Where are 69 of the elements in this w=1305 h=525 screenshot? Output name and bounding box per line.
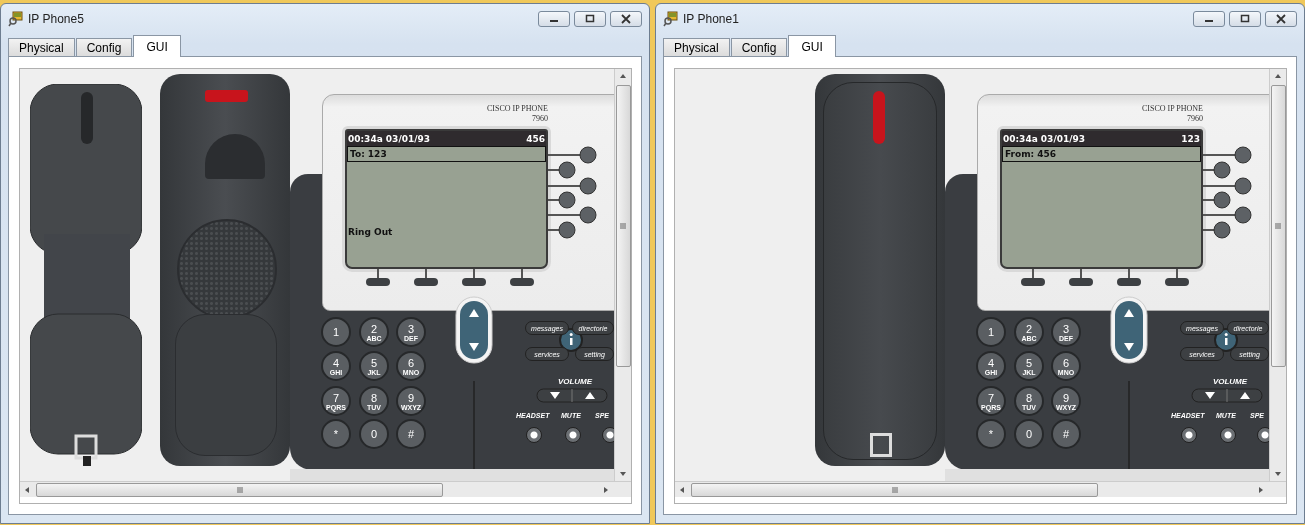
soft-key[interactable] [414,268,438,286]
tab[interactable]: Physical [663,38,730,56]
maximize-button[interactable] [574,11,606,27]
phone-app-icon [8,11,24,27]
line-button[interactable] [547,221,576,239]
line-number: 456 [526,133,545,144]
soft-key[interactable] [510,268,534,286]
soft-key[interactable] [1021,268,1045,286]
navigation-rocker[interactable] [1110,296,1148,364]
date-time: 00:34a 03/01/93 [348,133,430,144]
brand-label: CISCO IP PHONE [1141,104,1203,113]
line-button[interactable] [1202,161,1231,179]
call-status: Ring Out [348,227,393,237]
call-header: From: 456 [1002,146,1201,162]
line-button[interactable] [547,177,597,195]
navigation-rocker[interactable] [455,296,493,364]
tab[interactable]: Config [730,38,788,56]
maximize-button[interactable] [1229,11,1261,27]
tab[interactable]: Physical [8,38,75,56]
grip-icon [1274,222,1282,230]
line-button[interactable] [547,161,576,179]
date-time: 00:34a 03/01/93 [1003,133,1085,144]
cord-plug [870,433,892,457]
line-button[interactable] [547,146,597,164]
earpiece-rest [205,134,265,179]
line-button[interactable] [1202,177,1252,195]
minimize-button[interactable] [538,11,570,27]
line-button[interactable] [1202,206,1252,224]
tab[interactable]: Config [75,38,133,56]
tab[interactable]: GUI [133,35,181,57]
volume-rocker[interactable] [1191,388,1263,403]
brand-label: CISCO IP PHONE [486,104,548,113]
grip-icon [619,222,627,230]
close-icon [620,14,632,24]
volume-rocker[interactable] [536,388,608,403]
vertical-scrollbar[interactable] [1269,69,1286,481]
line-button[interactable] [1202,191,1231,209]
minimize-button[interactable] [1193,11,1225,27]
close-button[interactable] [610,11,642,27]
window-title: IP Phone1 [683,12,739,26]
close-button[interactable] [1265,11,1297,27]
grip-icon [890,485,899,494]
soft-key[interactable] [462,268,486,286]
phone-app-icon [663,11,679,27]
vertical-scrollbar[interactable] [614,69,631,481]
model-label: 7960 [532,114,548,123]
horizontal-scrollbar[interactable] [675,481,1286,497]
line-button[interactable] [1202,221,1231,239]
close-icon [1275,14,1287,24]
window-title: IP Phone5 [28,12,84,26]
model-label: 7960 [1187,114,1203,123]
soft-key[interactable] [1165,268,1189,286]
maximize-icon [584,14,596,24]
line-number: 123 [1181,133,1200,144]
volume-label: VOLUME [1211,377,1249,386]
maximize-icon [1239,14,1251,24]
call-header: To: 123 [347,146,546,162]
handset-icon [30,84,142,466]
volume-label: VOLUME [556,377,594,386]
line-button[interactable] [547,206,597,224]
line-button[interactable] [547,191,576,209]
grip-icon [235,485,244,494]
line-button[interactable] [1202,146,1252,164]
soft-key[interactable] [366,268,390,286]
soft-key[interactable] [1117,268,1141,286]
soft-key[interactable] [1069,268,1093,286]
indicator-lamp [873,91,885,144]
tab[interactable]: GUI [788,35,836,57]
horizontal-scrollbar[interactable] [20,481,631,497]
